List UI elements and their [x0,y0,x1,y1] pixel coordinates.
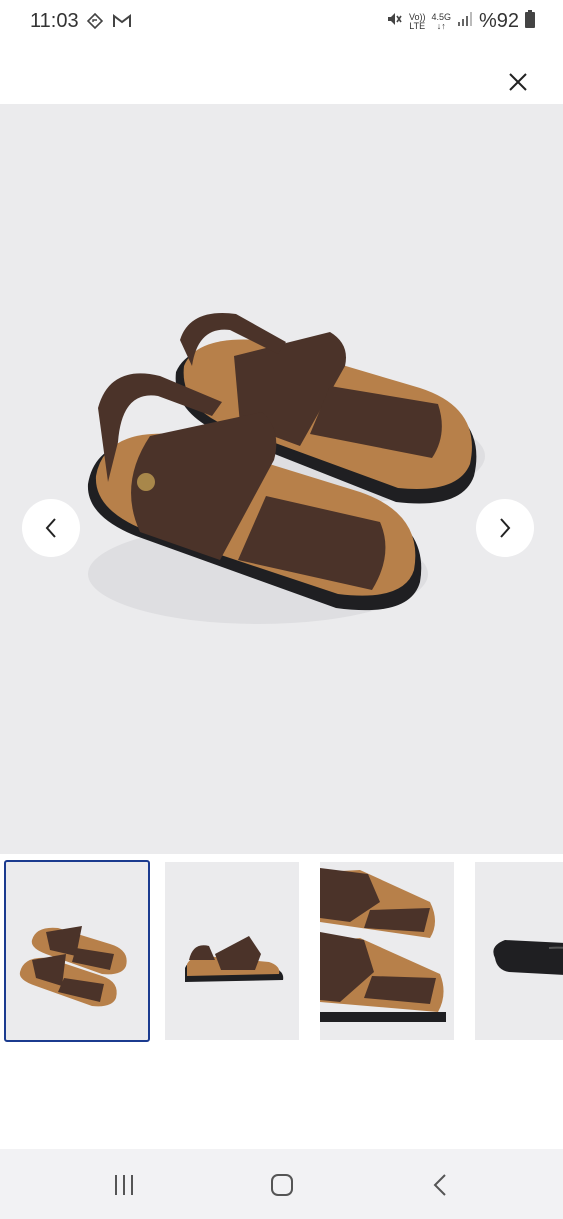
chevron-left-icon [45,518,56,538]
battery-icon [525,10,535,33]
signal-icon [457,11,473,32]
main-product-image[interactable] [0,104,563,854]
thumbnail-4[interactable] [475,862,563,1040]
status-right: Vo)) LTE 4.5G ↓↑ %92 [385,10,535,33]
chevron-right-icon [500,518,511,538]
thumbnail-2[interactable] [165,862,299,1040]
navigation-icon [86,12,104,35]
home-icon [271,1174,293,1196]
previous-image-button[interactable] [22,499,80,557]
back-button[interactable] [418,1165,462,1205]
thumbnail-3[interactable] [320,862,454,1040]
system-nav-bar [0,1149,563,1219]
mute-icon [385,10,403,33]
battery-percent: %92 [478,10,519,32]
thumbnail-1[interactable] [4,860,150,1042]
home-button[interactable] [260,1165,304,1205]
status-bar: 11:03 Vo)) LTE 4.5G ↓↑ %92 [0,0,563,44]
status-left-icons [86,12,132,35]
next-image-button[interactable] [476,499,534,557]
back-icon [433,1174,446,1196]
close-icon [509,73,527,91]
recent-apps-button[interactable] [102,1165,146,1205]
status-time: 11:03 [30,10,79,32]
recent-apps-icon [115,1175,133,1195]
close-button[interactable] [500,64,536,100]
volte-indicator: Vo)) LTE [408,11,426,31]
network-indicator: 4.5G ↓↑ [431,11,451,31]
sandals-illustration [87,313,485,624]
gmail-icon [112,13,132,34]
thumbnail-strip [0,860,563,1044]
